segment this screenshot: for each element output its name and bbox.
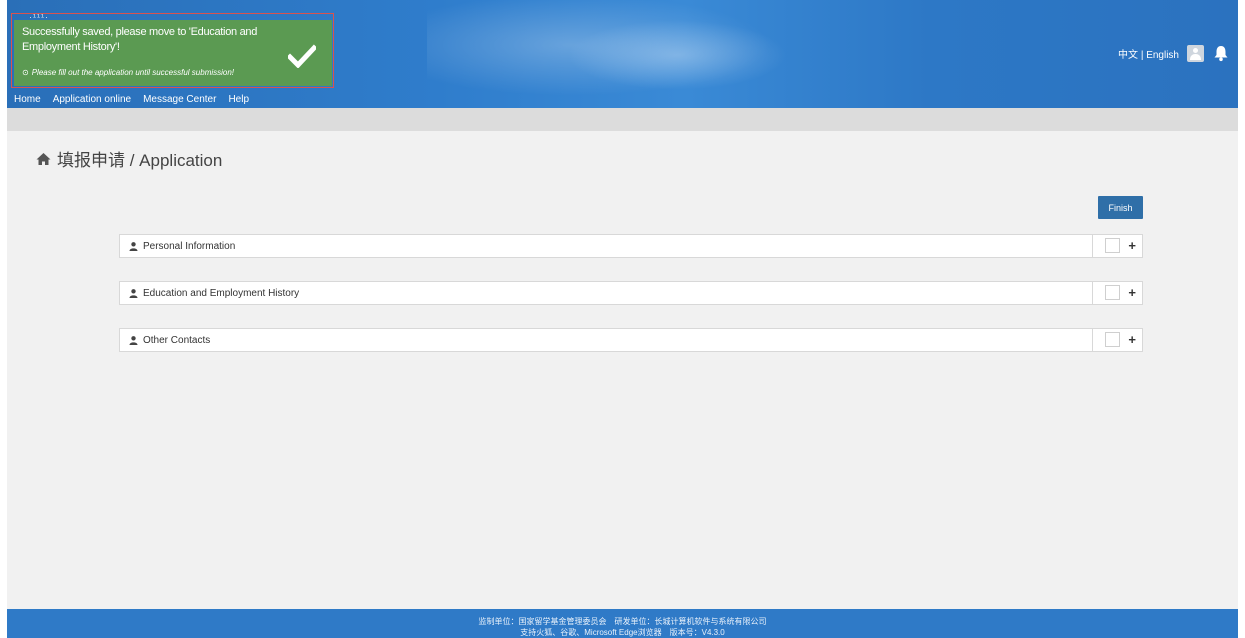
user-icon [129,289,138,298]
toast-subtext: ⊙ Please fill out the application until s… [22,68,234,77]
section-label: Other Contacts [143,335,211,346]
footer: 监制单位：国家留学基金管理委员会 研发单位：长城计算机软件与系统有限公司 支持火… [7,609,1238,638]
plus-icon[interactable]: + [1128,333,1136,347]
section-checkbox[interactable] [1105,238,1120,253]
section-checkbox[interactable] [1105,285,1120,300]
nav-home[interactable]: Home [7,92,47,108]
main-nav: Home Application online Message Center H… [7,92,255,108]
section-label: Education and Employment History [143,288,300,299]
check-icon [288,44,316,68]
section-personal-information[interactable]: Personal Information + [119,234,1143,258]
header-tools: 中文 | English [1118,44,1230,62]
section-checkbox[interactable] [1105,332,1120,347]
home-icon [36,152,51,165]
bell-icon[interactable] [1212,44,1230,62]
toast-body[interactable]: Successfully saved, please move to 'Educ… [14,20,332,86]
nav-message-center[interactable]: Message Center [137,92,222,108]
section-divider [1092,329,1093,351]
section-divider [1092,282,1093,304]
user-icon [129,336,138,345]
footer-line-2: 支持火狐、谷歌、Microsoft Edge浏览器 版本号：V4.3.0 [520,628,725,637]
section-other-contacts[interactable]: Other Contacts + [119,328,1143,352]
app-frame: ·¹¹¹· Home Application online Message Ce… [7,0,1238,638]
section-divider [1092,235,1093,257]
page-title: 填报申请 / Application [36,146,222,171]
page-title-text: 填报申请 / Application [57,151,223,170]
avatar-icon[interactable] [1187,44,1204,62]
footer-line-1: 监制单位：国家留学基金管理委员会 研发单位：长城计算机软件与系统有限公司 [478,617,767,626]
toast-message: Successfully saved, please move to 'Educ… [22,26,258,53]
info-circle-icon: ⊙ [22,68,29,77]
nav-application-online[interactable]: Application online [47,92,137,108]
language-switch[interactable]: 中文 | English [1118,46,1179,61]
plus-icon[interactable]: + [1128,286,1136,300]
nav-help[interactable]: Help [222,92,255,108]
success-toast: Successfully saved, please move to 'Educ… [11,13,334,88]
plus-icon[interactable]: + [1128,239,1136,253]
world-map-graphic-highlight [567,20,787,90]
finish-button[interactable]: Finish [1098,196,1143,219]
section-label: Personal Information [143,241,236,252]
toast-subtext-label: Please fill out the application until su… [31,68,235,77]
user-icon [129,242,138,251]
section-education-employment[interactable]: Education and Employment History + [119,281,1143,305]
sub-header-strip [7,108,1238,131]
